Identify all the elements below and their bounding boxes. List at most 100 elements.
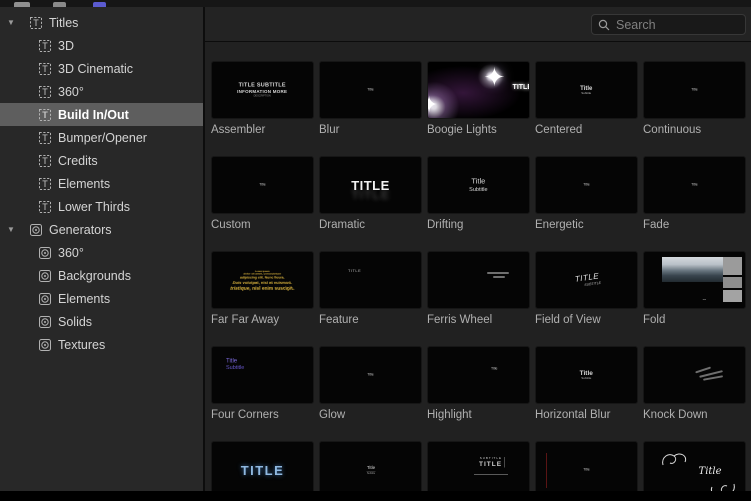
sidebar-item-label: Solids (58, 314, 93, 329)
sidebar-item-label: Elements (58, 291, 111, 306)
sparkle-icon: ✦ (428, 94, 438, 116)
sidebar-item-label: Textures (58, 337, 106, 352)
tile-thumbnail[interactable]: Title Subtitle (535, 61, 638, 119)
tile-label: Drifting (427, 219, 464, 231)
tile-thumbnail[interactable]: Title (319, 61, 422, 119)
red-guide-line (546, 453, 548, 488)
sidebar-item-titles-build-in-out[interactable]: T Build In/Out (0, 103, 203, 126)
sidebar-item-label: 3D Cinematic (58, 61, 134, 76)
tile-thumbnail[interactable]: Lorem ipsum dolor sit amet, consectetuer a… (211, 251, 314, 309)
tile-label: Ferris Wheel (427, 314, 493, 326)
sidebar-item-titles-lower-thirds[interactable]: T Lower Thirds (0, 195, 203, 218)
titles-icon: T (37, 84, 52, 99)
photos-audio-icon[interactable] (14, 2, 30, 7)
tile-label: Horizontal Blur (535, 409, 611, 421)
search-input[interactable] (614, 16, 739, 33)
title-tile-horizontal-blur[interactable]: Title Subtitle Horizontal Blur (535, 346, 638, 421)
title-tile-centered[interactable]: Title Subtitle Centered (535, 61, 638, 136)
sidebar-item-generators-360[interactable]: 360° (0, 241, 203, 264)
tile-label: Knock Down (643, 409, 708, 421)
title-tile-four-corners[interactable]: Title Subtitle Four Corners (211, 346, 314, 421)
tile-thumbnail[interactable] (643, 346, 746, 404)
title-tile-drifting[interactable]: Title Subtitle Drifting (427, 156, 530, 231)
tile-thumbnail[interactable]: Title Subtitle (535, 346, 638, 404)
sidebar-item-titles-3d[interactable]: T 3D (0, 34, 203, 57)
title-tile-fold[interactable]: ▪▪▪ Fold (643, 251, 746, 326)
sidebar-item-titles[interactable]: ▼ T Titles (0, 11, 203, 34)
sidebar-item-titles-elements[interactable]: T Elements (0, 172, 203, 195)
sidebar-item-generators-elements[interactable]: Elements (0, 287, 203, 310)
tile-thumbnail[interactable] (427, 251, 530, 309)
svg-text:T: T (42, 202, 48, 212)
tile-thumbnail[interactable]: Title (427, 346, 530, 404)
sidebar-item-titles-credits[interactable]: T Credits (0, 149, 203, 172)
sidebar-item-label: Credits (58, 153, 98, 168)
sidebar-item-generators-textures[interactable]: Textures (0, 333, 203, 356)
tile-thumbnail[interactable]: Title Subtitle (427, 156, 530, 214)
tile-thumbnail[interactable]: Title Subtitle (211, 346, 314, 404)
svg-text:T: T (42, 87, 48, 97)
title-tile-knock-down[interactable]: Knock Down (643, 346, 746, 421)
sidebar-item-titles-bumper-opener[interactable]: T Bumper/Opener (0, 126, 203, 149)
tile-thumbnail[interactable]: Title (211, 156, 314, 214)
tile-label: Far Far Away (211, 314, 280, 326)
effects-icon[interactable] (53, 2, 66, 7)
sidebar-item-label: 360° (58, 84, 84, 99)
generators-icon (37, 245, 52, 260)
generators-icon (37, 314, 52, 329)
tile-thumbnail[interactable]: Title (319, 346, 422, 404)
title-tile-custom[interactable]: Title Custom (211, 156, 314, 231)
search-field[interactable] (591, 14, 746, 35)
disclosure-triangle-icon[interactable]: ▼ (7, 18, 19, 27)
tile-thumbnail[interactable]: TITLE SUBTITLE (535, 251, 638, 309)
titles-icon: T (28, 15, 43, 30)
sidebar-item-titles-3d-cinematic[interactable]: T 3D Cinematic (0, 57, 203, 80)
disclosure-triangle-icon[interactable]: ▼ (7, 225, 19, 234)
tile-thumbnail[interactable]: Title (643, 61, 746, 119)
generators-icon (37, 337, 52, 352)
titles-browser: TITLE SUBTITLE INFORMATION MORE DESCRIPT… (205, 7, 751, 501)
svg-text:T: T (42, 179, 48, 189)
titles-icon: T (37, 176, 52, 191)
svg-text:T: T (42, 133, 48, 143)
svg-text:T: T (33, 18, 39, 28)
title-tile-feature[interactable]: TITLE Feature (319, 251, 422, 326)
title-tile-boogie-lights[interactable]: ✦ ✦ TITLE Boogie Lights (427, 61, 530, 136)
sidebar-item-label: Bumper/Opener (58, 130, 147, 145)
sidebar-item-generators-solids[interactable]: Solids (0, 310, 203, 333)
title-tile-glow[interactable]: Title Glow (319, 346, 422, 421)
titles-icon: T (37, 153, 52, 168)
sparkle-icon: ✦ (483, 62, 506, 93)
title-tile-energetic[interactable]: Title Energetic (535, 156, 638, 231)
title-tile-fade[interactable]: Title Fade (643, 156, 746, 231)
title-tile-assembler[interactable]: TITLE SUBTITLE INFORMATION MORE DESCRIPT… (211, 61, 314, 136)
title-tile-highlight[interactable]: Title Highlight (427, 346, 530, 421)
sidebar-item-generators[interactable]: ▼ Generators (0, 218, 203, 241)
title-tile-ferris-wheel[interactable]: Ferris Wheel (427, 251, 530, 326)
tile-thumbnail[interactable]: TITLE (319, 251, 422, 309)
tile-thumbnail[interactable]: Title (535, 156, 638, 214)
title-tile-blur[interactable]: Title Blur (319, 61, 422, 136)
title-tile-dramatic[interactable]: TITLE Dramatic (319, 156, 422, 231)
tile-label: Custom (211, 219, 251, 231)
svg-text:T: T (42, 110, 48, 120)
title-tile-far-far-away[interactable]: Lorem ipsum dolor sit amet, consectetuer a… (211, 251, 314, 326)
tile-thumbnail[interactable]: TITLE (319, 156, 422, 214)
sidebar-item-titles-360[interactable]: T 360° (0, 80, 203, 103)
titles-generators-sidebar: ▼ T Titles T 3D T 3D Cinematic T 360° T Build… (0, 7, 203, 501)
titles-generators-icon[interactable] (93, 2, 106, 7)
title-tile-continuous[interactable]: Title Continuous (643, 61, 746, 136)
flourish-icon (662, 453, 687, 465)
title-tile-field-of-view[interactable]: TITLE SUBTITLE Field of View (535, 251, 638, 326)
sidebar-item-label: 360° (58, 245, 84, 260)
svg-text:T: T (42, 64, 48, 74)
tile-label: Feature (319, 314, 359, 326)
tile-thumbnail[interactable]: ✦ ✦ TITLE (427, 61, 530, 119)
sidebar-item-generators-backgrounds[interactable]: Backgrounds (0, 264, 203, 287)
tile-thumbnail[interactable]: TITLE SUBTITLE INFORMATION MORE DESCRIPT… (211, 61, 314, 119)
tile-thumbnail[interactable]: ▪▪▪ (643, 251, 746, 309)
tile-label: Boogie Lights (427, 124, 497, 136)
sidebar-item-label: Titles (49, 15, 79, 30)
tile-thumbnail[interactable]: Title (643, 156, 746, 214)
sidebar-item-label: Elements (58, 176, 111, 191)
